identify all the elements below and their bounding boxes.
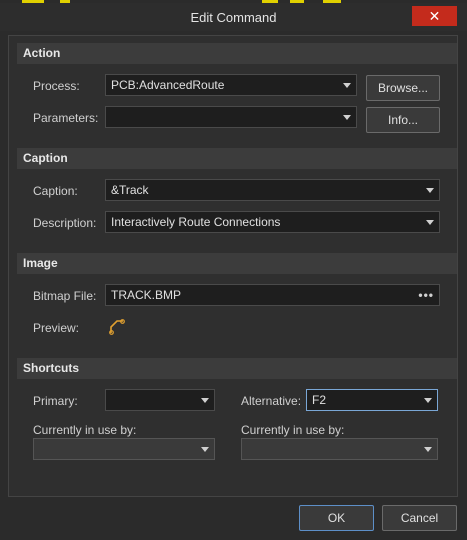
parameters-label: Parameters: — [33, 111, 99, 125]
chevron-down-icon — [201, 398, 209, 403]
process-value: PCB:AdvancedRoute — [111, 78, 225, 92]
primary-shortcut-dropdown[interactable] — [105, 389, 215, 411]
caption-value: &Track — [111, 183, 149, 197]
in-use-label-alternative: Currently in use by: — [241, 423, 345, 437]
chevron-down-icon — [201, 447, 209, 452]
section-header-caption: Caption — [17, 148, 457, 169]
section-header-shortcuts: Shortcuts — [17, 358, 457, 379]
window-title: Edit Command — [190, 10, 277, 25]
in-use-label-primary: Currently in use by: — [33, 423, 137, 437]
process-label: Process: — [33, 79, 80, 93]
description-value: Interactively Route Connections — [111, 215, 281, 229]
caption-label: Caption: — [33, 184, 78, 198]
chevron-down-icon — [424, 447, 432, 452]
dialog-content: Action Process: PCB:AdvancedRoute Browse… — [8, 35, 458, 497]
in-use-alternative-dropdown — [241, 438, 438, 460]
info-button[interactable]: Info... — [366, 107, 440, 133]
close-icon: ✕ — [428, 8, 441, 24]
cancel-button[interactable]: Cancel — [382, 505, 457, 531]
section-header-image: Image — [17, 253, 457, 274]
chevron-down-icon — [426, 220, 434, 225]
alternative-label: Alternative: — [241, 394, 302, 408]
close-button[interactable]: ✕ — [412, 6, 457, 26]
browse-ellipsis-button[interactable]: ••• — [418, 285, 434, 305]
alternative-shortcut-dropdown[interactable]: F2 — [306, 389, 438, 411]
ok-button[interactable]: OK — [299, 505, 374, 531]
track-route-icon — [109, 319, 125, 335]
chevron-down-icon — [343, 83, 351, 88]
title-bar: Edit Command ✕ — [0, 3, 467, 31]
chevron-down-icon — [426, 188, 434, 193]
description-dropdown[interactable]: Interactively Route Connections — [105, 211, 440, 233]
preview-label: Preview: — [33, 321, 80, 335]
dialog-footer: OK Cancel — [0, 497, 467, 540]
caption-dropdown[interactable]: &Track — [105, 179, 440, 201]
section-header-action: Action — [17, 43, 457, 64]
bitmap-file-label: Bitmap File: — [33, 289, 97, 303]
primary-label: Primary: — [33, 394, 78, 408]
bitmap-file-value: TRACK.BMP — [111, 288, 182, 302]
chevron-down-icon — [424, 398, 432, 403]
process-dropdown[interactable]: PCB:AdvancedRoute — [105, 74, 357, 96]
parameters-dropdown[interactable] — [105, 106, 357, 128]
bitmap-file-input[interactable]: TRACK.BMP ••• — [105, 284, 440, 306]
chevron-down-icon — [343, 115, 351, 120]
browse-button[interactable]: Browse... — [366, 75, 440, 101]
description-label: Description: — [33, 216, 97, 230]
in-use-primary-dropdown — [33, 438, 215, 460]
alternative-shortcut-value: F2 — [312, 393, 327, 407]
